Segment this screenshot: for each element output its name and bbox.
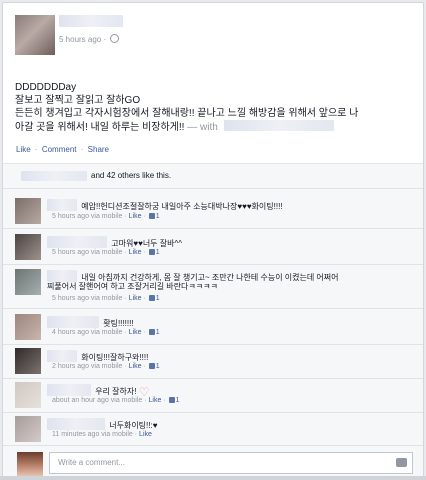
comment-input[interactable]: Write a comment... [49,452,413,474]
thumbs-up-icon [148,213,155,219]
thumbs-up-icon [168,397,175,403]
tagged-friends-redacted[interactable] [223,120,334,131]
comment-text: 찌풀어서 잘핸어여 하고 조잘거리길 바란다ㅋㅋㅋㅋ [47,282,218,291]
comment-item: 예압!!헌디션조절잘하궁 내일아주 소능대박나장♥♥♥화이팅!!!! 5 hou… [3,188,423,229]
post-text-line: DDDDDDDay [15,82,77,93]
commenter-avatar[interactable] [15,382,41,408]
comment-like-link[interactable]: Like [129,249,142,256]
commenter-avatar[interactable] [15,269,41,295]
comment-input-placeholder: Write a comment... [58,458,125,467]
likes-count-text[interactable]: and 42 others like this. [91,171,171,180]
comment-like-count[interactable]: 1 [156,363,160,370]
share-link[interactable]: Share [88,145,109,154]
post-text-segment: 아갈 곳을 위해서! 내일 하루는 비장하게!! [15,122,185,133]
post-text-line: 아갈 곳을 위해서! 내일 하루는 비장하게!! — with [15,120,415,134]
comment-meta: 5 hours ago via mobile · Like · 1 [52,249,160,256]
comment-text: 너두화이팅!!:♥ [109,421,158,430]
commenter-avatar[interactable] [15,198,41,224]
comment-item: 고마워♥♥너두 잘바^^ 5 hours ago via mobile · Li… [3,228,423,265]
comment-item: 내일 아침까지 건강하게, 몸 잘 챙기고~ 조만간 나한테 수능이 이켰는데 … [3,264,423,309]
thumbs-up-icon [148,249,155,255]
comment-body: 예압!!헌디션조절잘하궁 내일아주 소능대박나장♥♥♥화이팅!!!! [47,199,283,212]
commenter-avatar[interactable] [15,234,41,260]
commenter-avatar[interactable] [15,348,41,374]
comment-meta: 2 hours ago via mobile · Like · 1 [52,363,160,370]
comment-like-count[interactable]: 1 [156,213,160,220]
comment-link[interactable]: Comment [42,145,77,154]
like-link[interactable]: Like [16,145,31,154]
comment-item: 너두화이팅!!:♥ 11 minutes ago via mobile · Li… [3,412,423,446]
comment-like-link[interactable]: Like [139,431,152,438]
comment-text: 예압!!헌디션조절잘하궁 내일아주 소능대박나장♥♥♥화이팅!!!! [81,202,283,211]
write-comment-row: Write a comment... [3,445,423,477]
post-text-line: 든든히 챙겨입고 각자시험장에서 잘해내랑!! 끝나고 느낄 해방감을 위해서 … [15,108,359,119]
camera-icon[interactable] [396,458,407,467]
thumbs-up-icon [148,329,155,335]
comment-like-count[interactable]: 1 [156,329,160,336]
commenter-name-redacted[interactable] [47,350,77,362]
comment-body: 우리 잘하자! ♡ [47,384,150,398]
author-name-redacted[interactable] [59,15,123,27]
globe-icon[interactable] [110,34,120,43]
comment-meta: 4 hours ago via mobile · Like · 1 [52,329,160,336]
comment-text: 화이팅!!!잘하구와!!!! [81,353,149,362]
comment-like-count[interactable]: 1 [176,397,180,404]
comment-time[interactable]: 5 hours ago via mobile [52,249,122,256]
comment-body: 너두화이팅!!:♥ [47,418,157,431]
comment-time[interactable]: 11 minutes ago via mobile [52,431,133,438]
comment-item: 화이팅!!!잘하구와!!!! 2 hours ago via mobile · … [3,344,423,379]
comment-like-link[interactable]: Like [129,329,142,336]
commenter-avatar[interactable] [15,416,41,442]
post-text-line: 잘보고 잘찍고 잘읽고 잘하GO [15,95,141,106]
comment-text: 고마워♥♥너두 잘바^^ [111,239,182,248]
comment-time[interactable]: about an hour ago via mobile [52,397,142,404]
post-timestamp[interactable]: 5 hours ago [59,35,101,44]
post-text: DDDDDDDay 잘보고 잘찍고 잘읽고 잘하GO 든든히 챙겨입고 각자시험… [15,81,415,134]
cropped-bottom-strip [0,476,426,480]
comment-body: 화이팅!!!잘하구와!!!! [47,350,148,363]
likes-summary: and 42 others like this. [3,163,423,188]
commenter-name-redacted[interactable] [47,236,107,248]
comment-meta: 11 minutes ago via mobile · Like [52,431,152,438]
comment-meta: 5 hours ago via mobile · Like · 1 [52,295,160,302]
comment-meta: 5 hours ago via mobile · Like · 1 [52,213,160,220]
comment-like-link[interactable]: Like [129,213,142,220]
author-avatar[interactable] [15,15,55,55]
post-timestamp-row: 5 hours ago · [59,34,120,44]
comment-body-line2: 찌풀어서 잘핸어여 하고 조잘거리길 바란다ㅋㅋㅋㅋ [47,281,218,292]
comment-like-count[interactable]: 1 [156,295,160,302]
with-label: — with [187,122,218,133]
comment-item: 홧팅!!!!!!! 4 hours ago via mobile · Like … [3,308,423,345]
thumbs-up-icon [148,363,155,369]
commenter-name-redacted[interactable] [47,418,105,430]
thumbs-up-icon [148,295,155,301]
comment-time[interactable]: 4 hours ago via mobile [52,329,122,336]
comment-text: 홧팅!!!!!!! [103,319,134,328]
liker-name-redacted[interactable] [21,171,87,181]
comment-item: 우리 잘하자! ♡ about an hour ago via mobile ·… [3,378,423,413]
post-card: 5 hours ago · DDDDDDDay 잘보고 잘찍고 잘읽고 잘하GO… [2,2,424,478]
commenter-name-redacted[interactable] [47,384,91,396]
comment-time[interactable]: 2 hours ago via mobile [52,363,122,370]
comment-body: 홧팅!!!!!!! [47,316,134,329]
comment-body: 고마워♥♥너두 잘바^^ [47,236,182,249]
commenter-avatar[interactable] [15,314,41,340]
current-user-avatar [17,452,43,476]
comment-like-link[interactable]: Like [129,363,142,370]
comment-meta: about an hour ago via mobile · Like · 1 [52,397,180,404]
comment-like-link[interactable]: Like [129,295,142,302]
comment-time[interactable]: 5 hours ago via mobile [52,213,122,220]
comment-like-count[interactable]: 1 [156,249,160,256]
commenter-name-redacted[interactable] [47,199,77,211]
comment-like-link[interactable]: Like [149,397,162,404]
comment-text: 우리 잘하자! [95,387,137,396]
post-actions: Like · Comment · Share [16,145,110,154]
comment-time[interactable]: 5 hours ago via mobile [52,295,122,302]
commenter-name-redacted[interactable] [47,316,99,328]
